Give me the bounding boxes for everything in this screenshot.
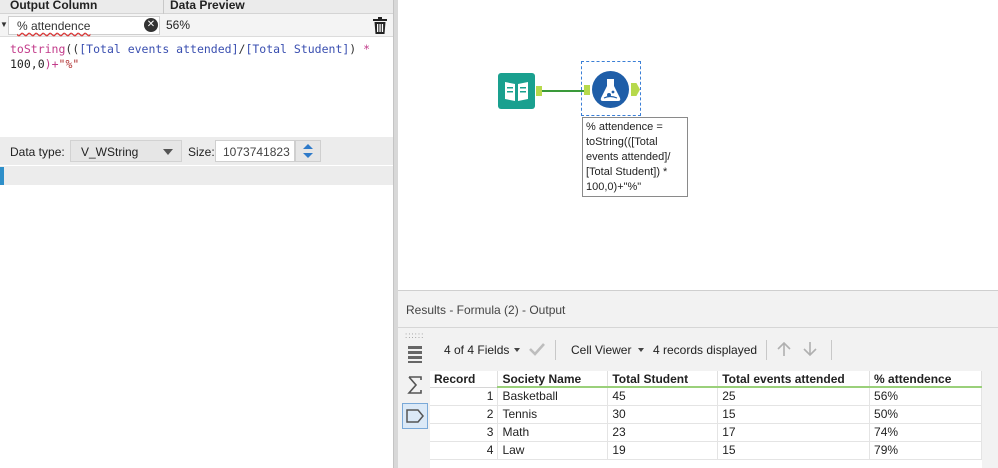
data-preview-header: Data Preview <box>170 0 245 12</box>
cell-attendence[interactable]: 74% <box>869 423 982 442</box>
results-grid-area: Record Society Name Total Student Total … <box>430 371 982 468</box>
new-formula-row[interactable] <box>0 165 393 185</box>
output-column-header: Output Column <box>10 0 98 12</box>
fields-dropdown[interactable]: 4 of 4 Fields <box>444 343 509 357</box>
row-marker <box>0 167 4 185</box>
expr-paren: (( <box>65 42 80 56</box>
output-field-value: % attendence <box>17 19 91 33</box>
expr-comma: , <box>30 57 38 71</box>
stepper-down-icon[interactable] <box>303 153 313 158</box>
tool-annotation: % attendence = toString(([Total events a… <box>582 117 688 197</box>
table-header-row: Record Society Name Total Student Total … <box>430 371 982 388</box>
data-type-label: Data type: <box>10 145 65 159</box>
expr-number: 0 <box>37 57 45 71</box>
size-value: 1073741823 <box>223 145 290 159</box>
expr-operator: * <box>363 42 371 56</box>
cell-total-events[interactable]: 25 <box>717 387 871 406</box>
size-input[interactable]: 1073741823 <box>215 140 295 162</box>
clear-field-icon[interactable]: ✕ <box>144 18 158 32</box>
connection-line[interactable] <box>542 90 584 92</box>
expr-string: "%" <box>58 57 80 71</box>
results-toolbar: 4 of 4 Fields Cell Viewer 4 records disp… <box>436 337 996 361</box>
cell-society-name[interactable]: Basketball <box>497 387 609 406</box>
arrow-up-icon[interactable] <box>776 341 792 357</box>
chevron-down-icon[interactable] <box>514 348 520 352</box>
flask-icon <box>600 79 621 101</box>
table-row[interactable]: 2 Tennis 30 15 50% <box>430 405 982 424</box>
table-row[interactable]: 3 Math 23 17 74% <box>430 423 982 442</box>
expression-editor[interactable]: toString(([Total events attended]/[Total… <box>0 38 393 134</box>
column-header-total-events[interactable]: Total events attended <box>717 371 871 388</box>
app-window: Output Column Data Preview ▼ % attendenc… <box>0 0 998 468</box>
results-title: Results - Formula (2) - Output <box>406 303 566 317</box>
column-header-attendence[interactable]: % attendence <box>869 371 982 388</box>
results-table: Record Society Name Total Student Total … <box>430 371 982 460</box>
output-field-input[interactable]: % attendence <box>8 16 160 35</box>
cell-total-student[interactable]: 30 <box>607 405 719 424</box>
cell-total-events[interactable]: 15 <box>717 441 871 460</box>
cell-viewer-dropdown[interactable]: Cell Viewer <box>571 343 631 357</box>
cell-record[interactable]: 4 <box>430 441 499 460</box>
expr-field: [Total events attended] <box>79 42 239 56</box>
data-type-select[interactable]: V_WString <box>70 140 182 162</box>
grip-handle[interactable]: :::::: <box>405 331 424 340</box>
column-header-record[interactable]: Record <box>430 371 499 388</box>
expr-field: [Total Student] <box>245 42 350 56</box>
toolbar-divider <box>831 340 832 360</box>
formula-tool[interactable] <box>584 71 640 108</box>
row-expand-icon[interactable]: ▼ <box>0 20 8 29</box>
cell-attendence[interactable]: 56% <box>869 387 982 406</box>
formula-config-panel: Output Column Data Preview ▼ % attendenc… <box>0 0 393 468</box>
chevron-down-icon <box>163 149 173 155</box>
book-icon <box>505 82 528 101</box>
results-panel: Results - Formula (2) - Output :::::: 4 … <box>398 290 998 468</box>
toolbar-divider <box>555 340 556 360</box>
input-data-tool[interactable] <box>498 73 542 109</box>
checkmark-icon[interactable] <box>528 342 546 356</box>
cell-society-name[interactable]: Law <box>497 441 609 460</box>
size-stepper[interactable] <box>295 140 321 162</box>
cell-total-student[interactable]: 19 <box>607 441 719 460</box>
table-row[interactable]: 4 Law 19 15 79% <box>430 441 982 460</box>
chevron-down-icon[interactable] <box>638 348 644 352</box>
records-count: 4 records displayed <box>653 343 758 357</box>
table-view-icon[interactable] <box>402 341 428 367</box>
table-row[interactable]: 1 Basketball 45 25 56% <box>430 387 982 406</box>
cell-total-events[interactable]: 17 <box>717 423 871 442</box>
formula-row[interactable]: ▼ % attendence ✕ 56% <box>0 14 393 37</box>
expr-operator: )+ <box>44 57 59 71</box>
cell-society-name[interactable]: Math <box>497 423 609 442</box>
cell-total-student[interactable]: 23 <box>607 423 719 442</box>
results-view-switcher <box>402 341 430 434</box>
expr-number: 100 <box>10 57 31 71</box>
stepper-up-icon[interactable] <box>303 144 313 149</box>
data-preview-value: 56% <box>166 18 191 32</box>
results-divider <box>398 327 998 328</box>
cell-record[interactable]: 2 <box>430 405 499 424</box>
cell-attendence[interactable]: 79% <box>869 441 982 460</box>
expr-paren: ) <box>349 42 364 56</box>
delete-row-icon[interactable] <box>372 17 388 34</box>
data-type-row: Data type: V_WString Size: 1073741823 <box>0 137 393 165</box>
column-header-society-name[interactable]: Society Name <box>497 371 609 388</box>
workflow-canvas[interactable]: % attendence = toString(([Total events a… <box>398 0 998 290</box>
cell-record[interactable]: 1 <box>430 387 499 406</box>
cell-total-student[interactable]: 45 <box>607 387 719 406</box>
cell-attendence[interactable]: 50% <box>869 405 982 424</box>
cell-total-events[interactable]: 15 <box>717 405 871 424</box>
input-anchor[interactable] <box>584 85 590 95</box>
expr-function: toString <box>10 42 66 56</box>
size-label: Size: <box>188 145 215 159</box>
arrow-down-icon[interactable] <box>802 341 818 357</box>
summary-sigma-icon[interactable] <box>402 372 428 398</box>
cell-society-name[interactable]: Tennis <box>497 405 609 424</box>
data-type-value: V_WString <box>81 145 139 159</box>
cell-record[interactable]: 3 <box>430 423 499 442</box>
header-divider <box>163 0 164 14</box>
tag-view-icon[interactable] <box>402 403 428 429</box>
column-header-total-student[interactable]: Total Student <box>607 371 719 388</box>
toolbar-divider <box>766 340 767 360</box>
column-header-bar: Output Column Data Preview <box>0 0 393 14</box>
expression-code[interactable]: toString(([Total events attended]/[Total… <box>10 42 370 72</box>
